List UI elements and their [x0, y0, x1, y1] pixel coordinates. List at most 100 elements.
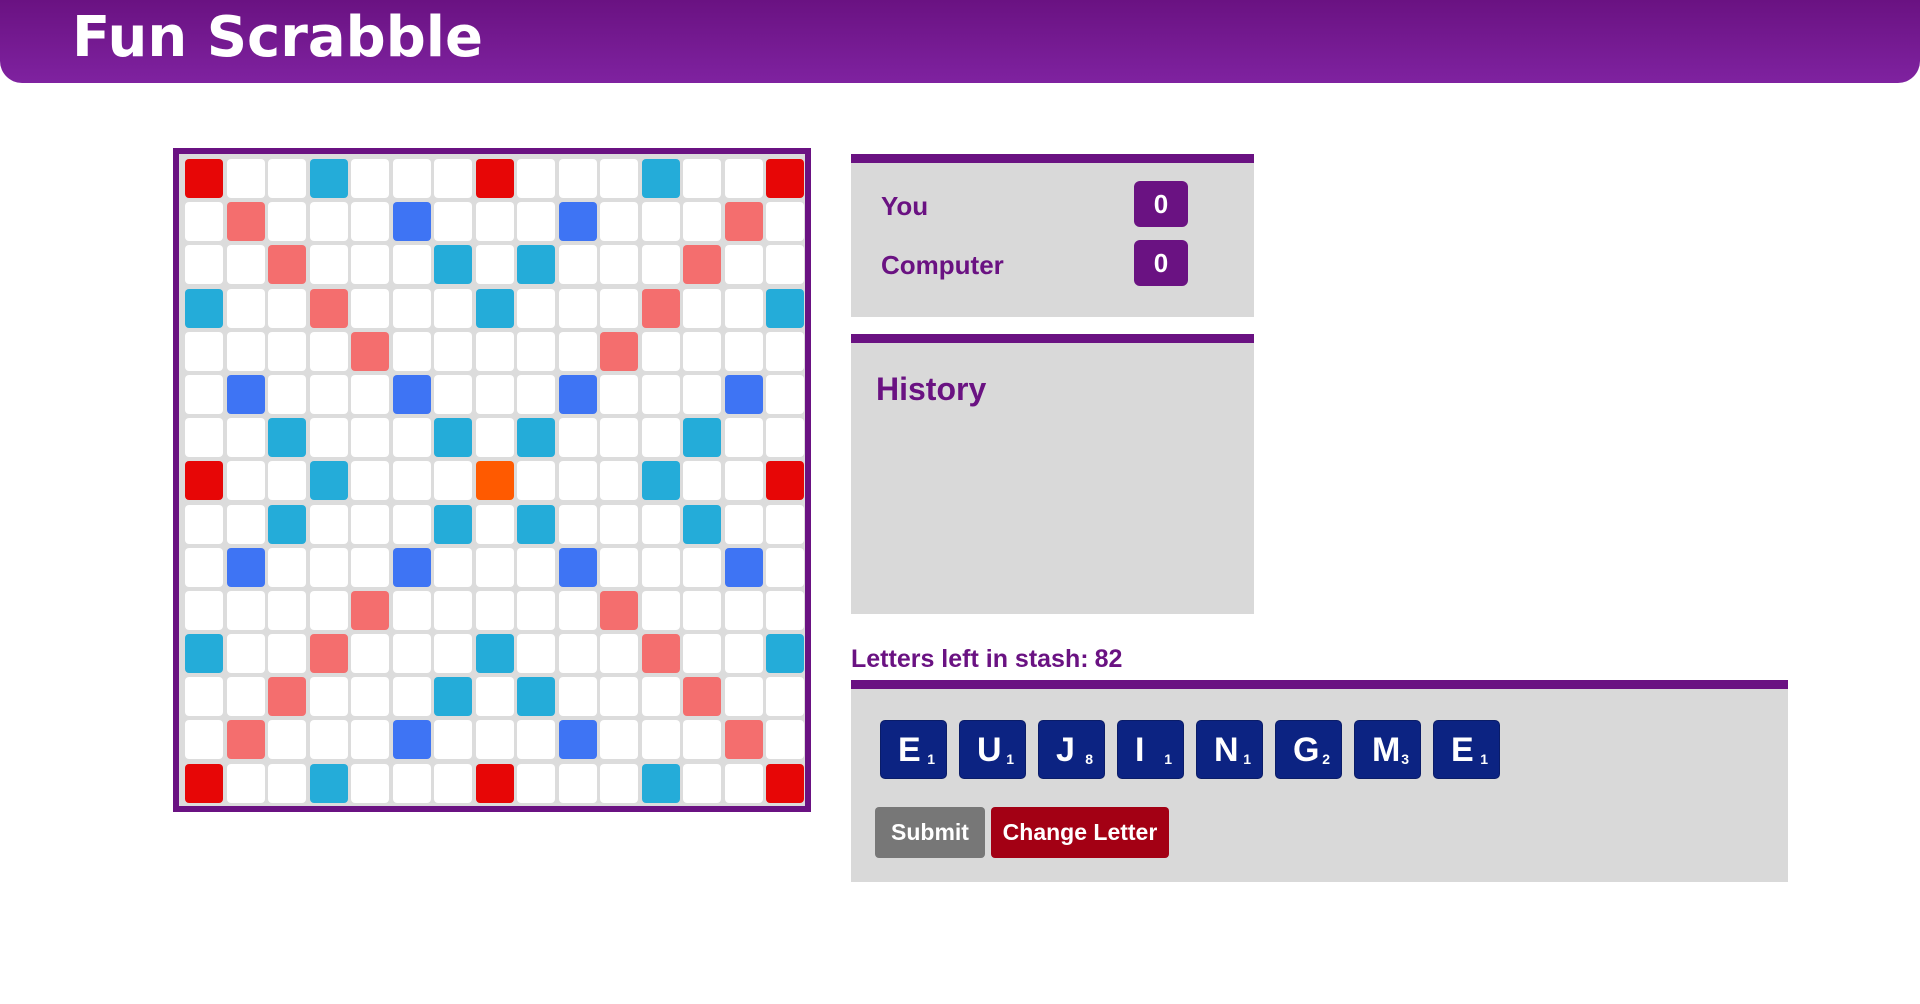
board-cell[interactable]: [683, 374, 721, 414]
board-cell[interactable]: [600, 547, 638, 587]
triple-word-cell[interactable]: [475, 763, 514, 803]
board-cell[interactable]: [517, 159, 555, 198]
board-cell[interactable]: [641, 504, 680, 544]
board-cell[interactable]: [351, 418, 389, 458]
board-cell[interactable]: [185, 418, 223, 458]
board-cell[interactable]: [475, 331, 514, 371]
board-cell[interactable]: [766, 547, 804, 587]
board-cell[interactable]: [475, 547, 514, 587]
letter-tile[interactable]: G2: [1275, 720, 1342, 779]
letter-tile[interactable]: U1: [959, 720, 1026, 779]
board-cell[interactable]: [475, 720, 514, 760]
triple-letter-cell[interactable]: [558, 202, 597, 242]
board-cell[interactable]: [185, 245, 223, 285]
board-cell[interactable]: [558, 634, 597, 674]
triple-word-cell[interactable]: [185, 461, 223, 501]
board-cell[interactable]: [683, 288, 721, 328]
double-word-cell[interactable]: [724, 720, 763, 760]
board-cell[interactable]: [185, 547, 223, 587]
triple-word-cell[interactable]: [766, 763, 804, 803]
board-cell[interactable]: [392, 418, 431, 458]
board-cell[interactable]: [434, 461, 472, 501]
board-cell[interactable]: [392, 677, 431, 717]
double-letter-cell[interactable]: [185, 288, 223, 328]
board-cell[interactable]: [309, 590, 348, 630]
board-cell[interactable]: [226, 288, 265, 328]
board-cell[interactable]: [226, 763, 265, 803]
board-cell[interactable]: [351, 288, 389, 328]
board-cell[interactable]: [434, 590, 472, 630]
board-cell[interactable]: [185, 202, 223, 242]
triple-word-cell[interactable]: [766, 159, 804, 198]
board-cell[interactable]: [517, 374, 555, 414]
board-cell[interactable]: [517, 331, 555, 371]
board-cell[interactable]: [185, 720, 223, 760]
board-cell[interactable]: [226, 418, 265, 458]
double-word-cell[interactable]: [226, 720, 265, 760]
board-cell[interactable]: [724, 677, 763, 717]
double-word-cell[interactable]: [600, 331, 638, 371]
board-cell[interactable]: [351, 677, 389, 717]
board-cell[interactable]: [226, 245, 265, 285]
board-cell[interactable]: [434, 547, 472, 587]
double-letter-cell[interactable]: [309, 461, 348, 501]
board-cell[interactable]: [268, 288, 306, 328]
board-cell[interactable]: [434, 634, 472, 674]
board-cell[interactable]: [766, 202, 804, 242]
board-cell[interactable]: [434, 159, 472, 198]
board-cell[interactable]: [724, 245, 763, 285]
board-cell[interactable]: [309, 374, 348, 414]
board-cell[interactable]: [683, 720, 721, 760]
board-cell[interactable]: [517, 634, 555, 674]
board-cell[interactable]: [641, 720, 680, 760]
double-letter-cell[interactable]: [683, 418, 721, 458]
board-cell[interactable]: [558, 288, 597, 328]
double-word-cell[interactable]: [351, 331, 389, 371]
board-cell[interactable]: [600, 418, 638, 458]
triple-letter-cell[interactable]: [558, 547, 597, 587]
board-cell[interactable]: [600, 504, 638, 544]
board-cell[interactable]: [392, 461, 431, 501]
letter-tile[interactable]: N1: [1196, 720, 1263, 779]
board-cell[interactable]: [766, 590, 804, 630]
double-letter-cell[interactable]: [434, 418, 472, 458]
board-cell[interactable]: [517, 288, 555, 328]
board-cell[interactable]: [766, 245, 804, 285]
double-word-cell[interactable]: [268, 245, 306, 285]
letter-tile[interactable]: E1: [880, 720, 947, 779]
double-letter-cell[interactable]: [268, 418, 306, 458]
board-cell[interactable]: [351, 245, 389, 285]
board-cell[interactable]: [392, 634, 431, 674]
board-cell[interactable]: [226, 504, 265, 544]
board-cell[interactable]: [268, 331, 306, 371]
triple-word-cell[interactable]: [475, 159, 514, 198]
board-cell[interactable]: [641, 677, 680, 717]
triple-letter-cell[interactable]: [226, 547, 265, 587]
board-cell[interactable]: [517, 461, 555, 501]
board-cell[interactable]: [268, 590, 306, 630]
double-letter-cell[interactable]: [683, 504, 721, 544]
double-letter-cell[interactable]: [475, 288, 514, 328]
double-word-cell[interactable]: [600, 590, 638, 630]
board-cell[interactable]: [766, 504, 804, 544]
board-cell[interactable]: [475, 590, 514, 630]
board-cell[interactable]: [724, 634, 763, 674]
board-cell[interactable]: [558, 245, 597, 285]
board-cell[interactable]: [475, 504, 514, 544]
board-cell[interactable]: [600, 634, 638, 674]
board-cell[interactable]: [558, 461, 597, 501]
board-cell[interactable]: [226, 461, 265, 501]
board-cell[interactable]: [766, 677, 804, 717]
board-cell[interactable]: [558, 590, 597, 630]
board-cell[interactable]: [766, 374, 804, 414]
board-cell[interactable]: [766, 418, 804, 458]
board-cell[interactable]: [226, 331, 265, 371]
double-letter-cell[interactable]: [268, 504, 306, 544]
triple-letter-cell[interactable]: [226, 374, 265, 414]
board-cell[interactable]: [392, 331, 431, 371]
board-cell[interactable]: [268, 547, 306, 587]
double-letter-cell[interactable]: [434, 504, 472, 544]
board-cell[interactable]: [434, 763, 472, 803]
letter-tile[interactable]: E1: [1433, 720, 1500, 779]
board-cell[interactable]: [351, 763, 389, 803]
